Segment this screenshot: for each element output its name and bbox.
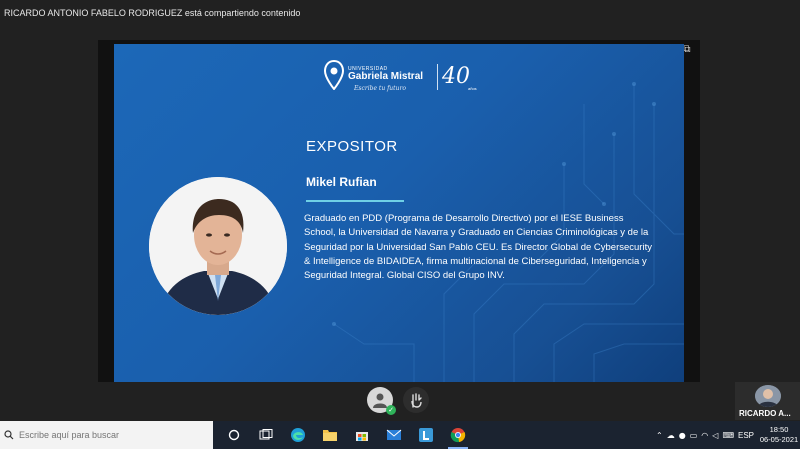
share-banner: RICARDO ANTONIO FABELO RODRIGUEZ está co… — [4, 8, 301, 18]
clock-time: 18:50 — [769, 425, 789, 434]
checkmark-icon: ✓ — [386, 405, 396, 415]
search-icon — [4, 430, 14, 440]
self-avatar-button[interactable]: ✓ — [367, 387, 396, 415]
wifi-icon[interactable]: ◠ — [701, 431, 708, 440]
taskbar-apps — [218, 421, 474, 449]
speaker-name: Mikel Rufian — [306, 175, 377, 189]
raise-hand-button[interactable] — [403, 387, 429, 413]
call-controls: ✓ — [367, 387, 429, 415]
store-icon[interactable] — [346, 421, 378, 449]
speaker-bio: Graduado en PDD (Programa de Desarrollo … — [304, 213, 652, 282]
microphone-icon[interactable]: ● — [679, 431, 686, 440]
chevron-up-icon[interactable]: ⌃ — [656, 431, 663, 440]
raise-hand-icon — [411, 393, 422, 408]
clock-date: 06-05-2021 — [759, 435, 799, 444]
speaker-portrait-image — [149, 177, 287, 315]
location-pin-icon — [324, 60, 344, 90]
participant-name: RICARDO A... — [739, 409, 791, 418]
system-tray: ⌃ ☁ ● ▭ ◠ ◁ ⌨ ESP 18:50 06-05-2021 — [656, 421, 800, 449]
university-logo: UNIVERSIDAD Gabriela Mistral Escribe tu … — [324, 60, 477, 100]
shared-content-window: ▫ ▭ ⧉ — [98, 40, 700, 382]
self-avatar-icon — [373, 393, 387, 408]
language-indicator[interactable]: ESP — [738, 431, 754, 440]
task-view-icon[interactable] — [250, 421, 282, 449]
volume-icon[interactable]: ◁ — [712, 431, 718, 440]
keyboard-icon[interactable]: ⌨ — [722, 431, 734, 440]
battery-icon[interactable]: ▭ — [690, 431, 698, 440]
search-input[interactable] — [19, 430, 199, 440]
speaker-photo — [149, 177, 287, 315]
taskbar-search[interactable] — [0, 421, 213, 449]
logo-divider — [437, 64, 438, 90]
onedrive-icon[interactable]: ☁ — [667, 431, 675, 440]
participant-tile[interactable]: RICARDO A... — [735, 382, 800, 420]
file-explorer-icon[interactable] — [314, 421, 346, 449]
name-underline — [306, 200, 404, 202]
cortana-icon[interactable] — [218, 421, 250, 449]
clock[interactable]: 18:50 06-05-2021 — [758, 425, 800, 445]
chrome-icon[interactable] — [442, 421, 474, 449]
l-app-icon[interactable] — [410, 421, 442, 449]
anniversary-mark: 40 — [442, 64, 470, 89]
anniversary-sub: años — [468, 86, 477, 91]
presentation-slide: UNIVERSIDAD Gabriela Mistral Escribe tu … — [114, 44, 684, 382]
logo-university-name: Gabriela Mistral — [348, 71, 424, 82]
windows-taskbar: ⌃ ☁ ● ▭ ◠ ◁ ⌨ ESP 18:50 06-05-2021 — [0, 421, 800, 449]
meeting-screen: RICARDO ANTONIO FABELO RODRIGUEZ está co… — [0, 0, 800, 449]
logo-tagline: Escribe tu futuro — [354, 85, 406, 92]
edge-icon[interactable] — [282, 421, 314, 449]
slide-heading: EXPOSITOR — [306, 138, 398, 155]
participant-avatar — [755, 385, 781, 407]
mail-icon[interactable] — [378, 421, 410, 449]
